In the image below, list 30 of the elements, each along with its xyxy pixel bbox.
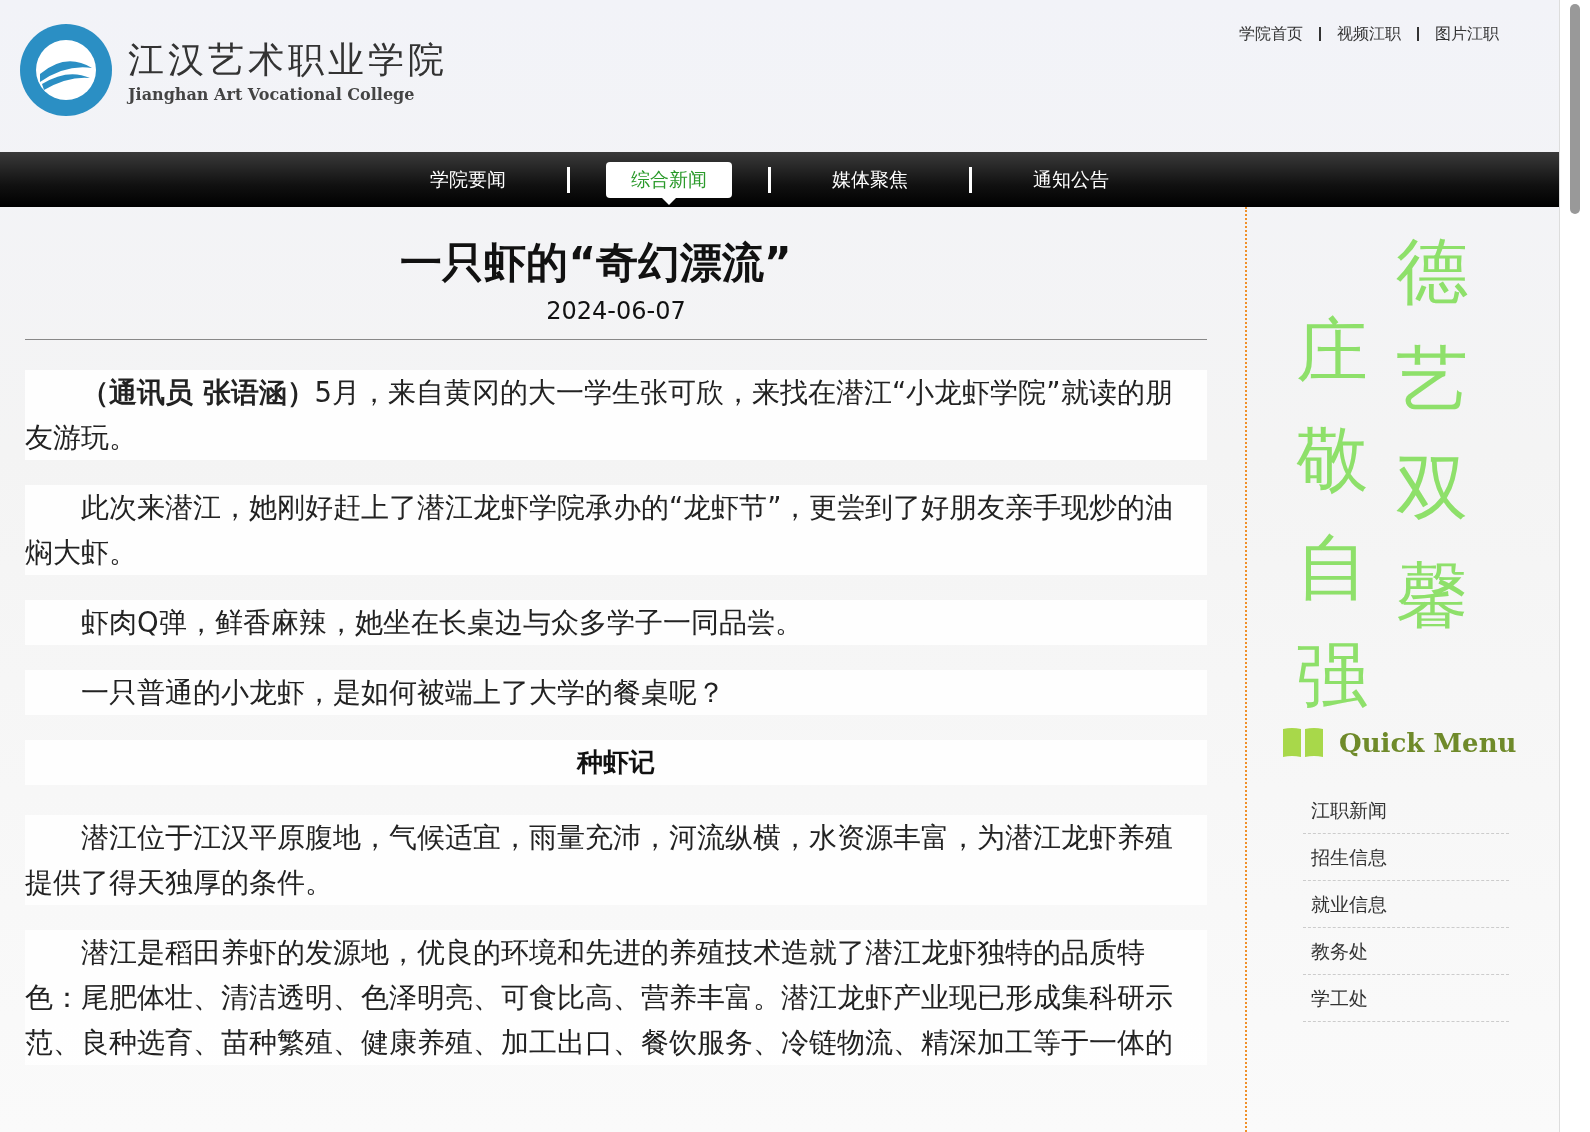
article-paragraph: （通讯员 张语涵）5月，来自黄冈的大一学生张可欣，来找在潜江“小龙虾学院”就读的朋友游玩。 (25, 370, 1207, 460)
top-link[interactable]: 学院首页 (1239, 23, 1303, 45)
scrollbar-thumb[interactable] (1570, 4, 1580, 214)
tab-pointer-icon (662, 197, 676, 205)
top-link[interactable]: 视频江职 (1337, 23, 1401, 45)
nav-tab[interactable]: 学院要闻 (405, 161, 531, 198)
motto-calligraphy: 德艺双馨 (1396, 228, 1468, 639)
article-title: 一只虾的“奇幻漂流” (399, 237, 793, 289)
quick-menu-link[interactable]: 招生信息 (1303, 834, 1509, 881)
quick-menu-title: Quick Menu (1339, 728, 1517, 758)
quick-menu-link[interactable]: 学工处 (1303, 975, 1509, 1022)
motto-calligraphy: 庄敬自强 (1296, 308, 1368, 719)
quick-menu-link[interactable]: 教务处 (1303, 928, 1509, 975)
nav-tab[interactable]: 通知公告 (1008, 161, 1134, 198)
article-paragraph: 潜江是稻田养虾的发源地，优良的环境和先进的养殖技术造就了潜江龙虾独特的品质特色：尾肥体壮、清洁透明、色泽明亮、可食比高、营养丰富。潜江龙虾产业现已形成集科研示范、良种选育、苗种繁殖、健康养殖、加工出口、餐饮服务、冷链物流、精深加工等于一体的 (25, 930, 1207, 1065)
college-name: 江汉艺术职业学院 (128, 38, 448, 82)
article-date: 2024-06-07 (546, 297, 686, 325)
college-emblem-icon (18, 22, 114, 118)
quick-menu-link[interactable]: 就业信息 (1303, 881, 1509, 928)
college-english-name: Jianghan Art Vocational College (128, 85, 416, 104)
article-paragraph: 一只普通的小龙虾，是如何被端上了大学的餐桌呢？ (25, 670, 1207, 715)
section-heading: 种虾记 (25, 740, 1207, 785)
article-paragraph: 潜江位于江汉平原腹地，气候适宜，雨量充沛，河流纵横，水资源丰富，为潜江龙虾养殖提供了得天独厚的条件。 (25, 815, 1207, 905)
nav-tab[interactable]: 综合新闻 (606, 161, 732, 198)
nav-tab[interactable]: 媒体聚焦 (807, 161, 933, 198)
top-link[interactable]: 图片江职 (1435, 23, 1499, 45)
article-paragraph: 此次来潜江，她刚好赶上了潜江龙虾学院承办的“龙虾节”，更尝到了好朋友亲手现炒的油焖大虾。 (25, 485, 1207, 575)
quick-menu-link[interactable]: 江职新闻 (1303, 787, 1509, 834)
article-paragraph: 虾肉Q弹，鲜香麻辣，她坐在长桌边与众多学子一同品尝。 (25, 600, 1207, 645)
book-icon (1281, 727, 1325, 759)
